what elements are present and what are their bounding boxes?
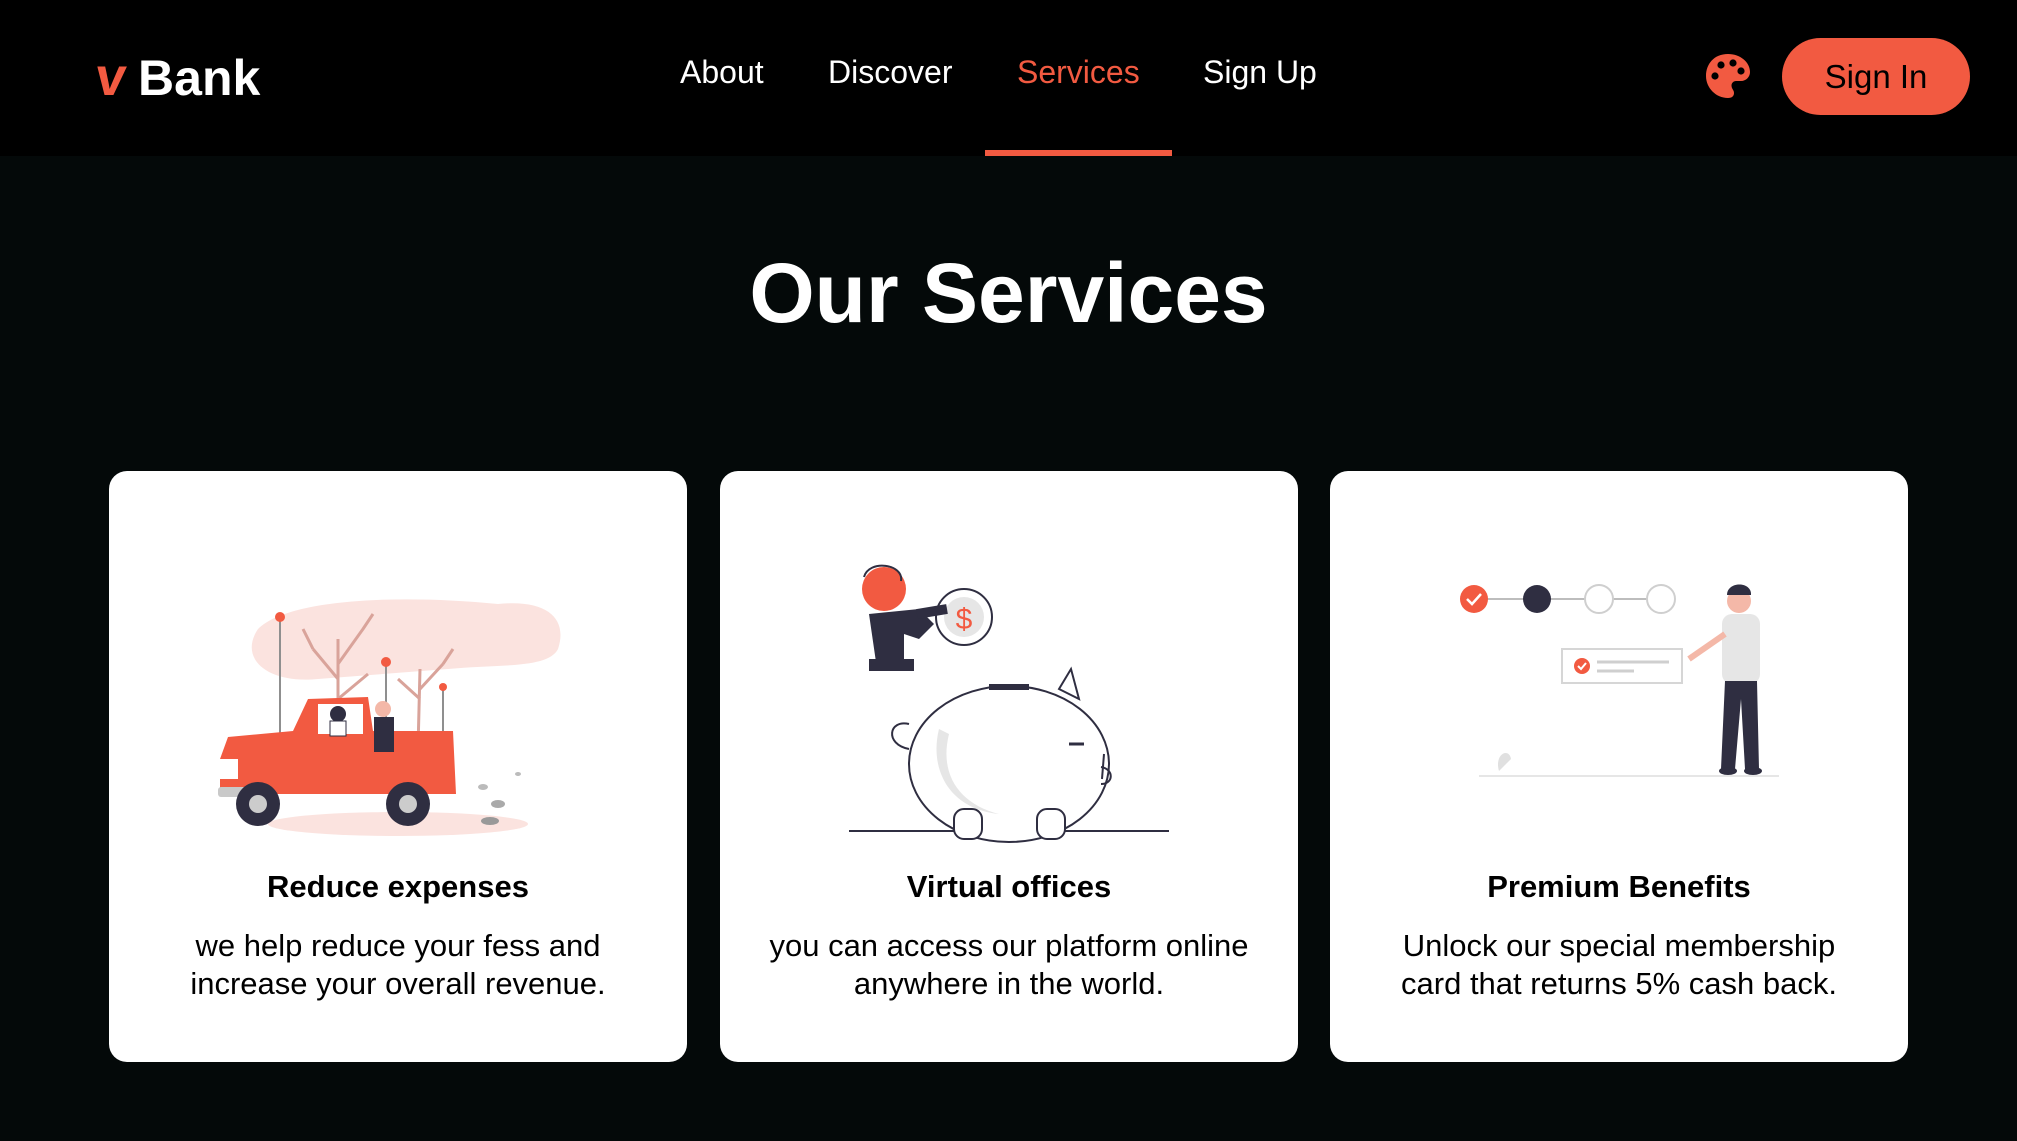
card-description: you can access our platform online anywh… bbox=[769, 928, 1249, 1001]
card-title: Virtual offices bbox=[906, 869, 1112, 904]
card-description: we help reduce your fess and increase yo… bbox=[190, 928, 606, 1001]
nav-sign-up[interactable]: Sign Up bbox=[1203, 52, 1317, 92]
sign-in-button[interactable]: Sign In bbox=[1782, 38, 1970, 115]
nav-discover[interactable]: Discover bbox=[828, 52, 952, 92]
service-card-reduce-expenses: Reduce expenses we help reduce your fess… bbox=[109, 471, 687, 1062]
svg-text:$: $ bbox=[956, 603, 973, 636]
progress-steps-illustration bbox=[1460, 584, 1779, 777]
service-card-premium-benefits: Premium Benefits Unlock our special memb… bbox=[1330, 471, 1908, 1062]
section-title: Our Services bbox=[749, 246, 1268, 340]
service-card-virtual-offices: $ Virtual offices you can access our pla… bbox=[720, 471, 1298, 1062]
top-navbar: v Bank About Discover Services Sign Up S… bbox=[0, 0, 2017, 156]
active-nav-indicator bbox=[985, 150, 1172, 156]
piggy-bank-illustration: $ bbox=[849, 564, 1169, 843]
card-description: Unlock our special membership card that … bbox=[1401, 928, 1837, 1001]
nav-services[interactable]: Services bbox=[1017, 52, 1140, 92]
car-illustration bbox=[218, 599, 561, 836]
nav-about[interactable]: About bbox=[680, 52, 764, 92]
card-title: Premium Benefits bbox=[1487, 869, 1751, 904]
palette-icon[interactable] bbox=[1704, 52, 1752, 100]
card-title: Reduce expenses bbox=[267, 869, 529, 904]
